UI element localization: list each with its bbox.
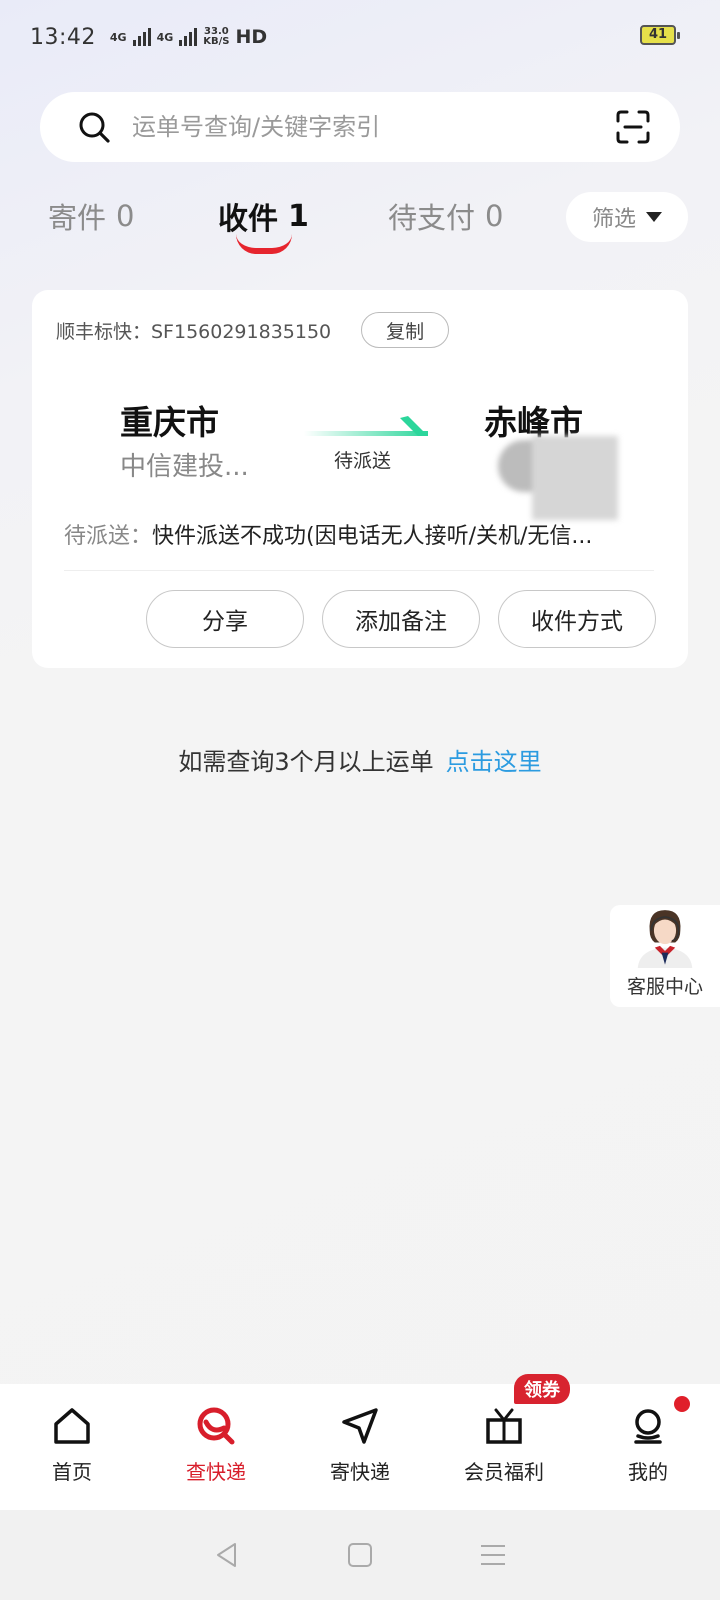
search-bar[interactable]	[40, 92, 680, 162]
scan-icon[interactable]	[616, 110, 650, 144]
battery-icon: 41	[640, 25, 680, 45]
nav-label: 会员福利	[464, 1460, 544, 1484]
signal-icon	[179, 28, 198, 46]
coupon-badge: 领券	[514, 1374, 570, 1404]
tab-pending-payment[interactable]: 待支付 0	[388, 186, 503, 246]
home-icon	[54, 1408, 90, 1444]
nav-label: 查快递	[186, 1460, 246, 1484]
status-signals: 4G 4G 33.0 KB/S HD	[110, 26, 267, 48]
customer-service-widget[interactable]: 客服中心	[610, 905, 720, 1007]
add-note-button[interactable]: 添加备注	[322, 590, 480, 648]
tab-send[interactable]: 寄件 0	[48, 186, 134, 246]
origin-city: 重庆市	[120, 403, 219, 442]
route-arrow-icon	[304, 416, 428, 436]
back-icon[interactable]	[213, 1541, 241, 1569]
origin-detail: 中信建投...	[120, 452, 249, 482]
nav-label: 首页	[52, 1460, 92, 1484]
filter-label: 筛选	[591, 207, 636, 232]
history-text: 如需查询3个月以上运单	[178, 748, 434, 776]
send-icon	[342, 1408, 378, 1444]
notification-dot	[674, 1396, 690, 1412]
status-bar: 13:42 4G 4G 33.0 KB/S HD 41	[0, 0, 720, 74]
status-time: 13:42	[30, 24, 96, 50]
card-divider	[64, 570, 654, 571]
search-icon	[79, 112, 110, 143]
bottom-navigation: 首页 查快递 寄快递 领券 会员福利 我的	[0, 1374, 720, 1510]
history-link[interactable]: 点击这里	[446, 748, 542, 776]
system-navigation	[0, 1510, 720, 1600]
waybill-row: 顺丰标快：SF1560291835150 复制	[56, 312, 450, 348]
network-type-2: 4G	[156, 30, 174, 44]
tab-count: 0	[485, 199, 504, 233]
history-query-note: 如需查询3个月以上运单 点击这里	[0, 742, 720, 777]
tab-label: 寄件	[48, 201, 107, 235]
network-speed-unit: KB/S	[203, 36, 230, 47]
waybill-number: 顺丰标快：SF1560291835150	[56, 320, 332, 343]
nav-label: 我的	[628, 1460, 668, 1484]
tab-count: 0	[116, 199, 135, 233]
nav-home[interactable]: 首页	[0, 1384, 144, 1510]
customer-service-agent-icon	[637, 910, 693, 968]
tab-count: 1	[288, 198, 309, 234]
progress-label: 待派送：	[64, 524, 153, 549]
nav-profile[interactable]: 我的	[576, 1384, 720, 1510]
route-status: 待派送	[334, 450, 392, 472]
network-speed: 33.0 KB/S	[203, 27, 229, 47]
redacted-area	[532, 436, 618, 520]
nav-member-benefits[interactable]: 领券 会员福利	[432, 1374, 576, 1510]
profile-icon	[634, 1409, 662, 1444]
dropdown-arrow-icon	[646, 212, 662, 222]
customer-service-label: 客服中心	[626, 976, 703, 998]
nav-send-package[interactable]: 寄快递	[288, 1384, 432, 1510]
receive-method-button[interactable]: 收件方式	[498, 590, 656, 648]
filter-button[interactable]: 筛选	[566, 192, 688, 242]
track-package-icon	[197, 1407, 235, 1445]
recent-apps-icon[interactable]	[479, 1542, 507, 1568]
share-button[interactable]: 分享	[146, 590, 304, 648]
tab-label: 待支付	[388, 201, 476, 235]
network-type-1: 4G	[109, 30, 127, 44]
copy-button[interactable]: 复制	[361, 312, 450, 348]
shipment-card[interactable]: 顺丰标快：SF1560291835150 复制 重庆市 中信建投... 待派送 …	[32, 290, 688, 668]
active-tab-indicator	[236, 234, 292, 254]
home-button-icon[interactable]	[347, 1542, 373, 1568]
nav-label: 寄快递	[330, 1460, 390, 1484]
battery-level: 41	[648, 27, 668, 42]
progress-text: 快件派送不成功(因电话无人接听/关机/无信...	[152, 524, 593, 549]
tab-label: 收件	[218, 202, 278, 237]
signal-icon	[132, 28, 151, 46]
nav-track-package[interactable]: 查快递	[144, 1384, 288, 1510]
latest-progress: 待派送：快件派送不成功(因电话无人接听/关机/无信...	[64, 518, 654, 550]
hd-indicator: HD	[235, 26, 268, 48]
gift-icon	[486, 1408, 522, 1444]
search-input[interactable]	[132, 113, 616, 141]
